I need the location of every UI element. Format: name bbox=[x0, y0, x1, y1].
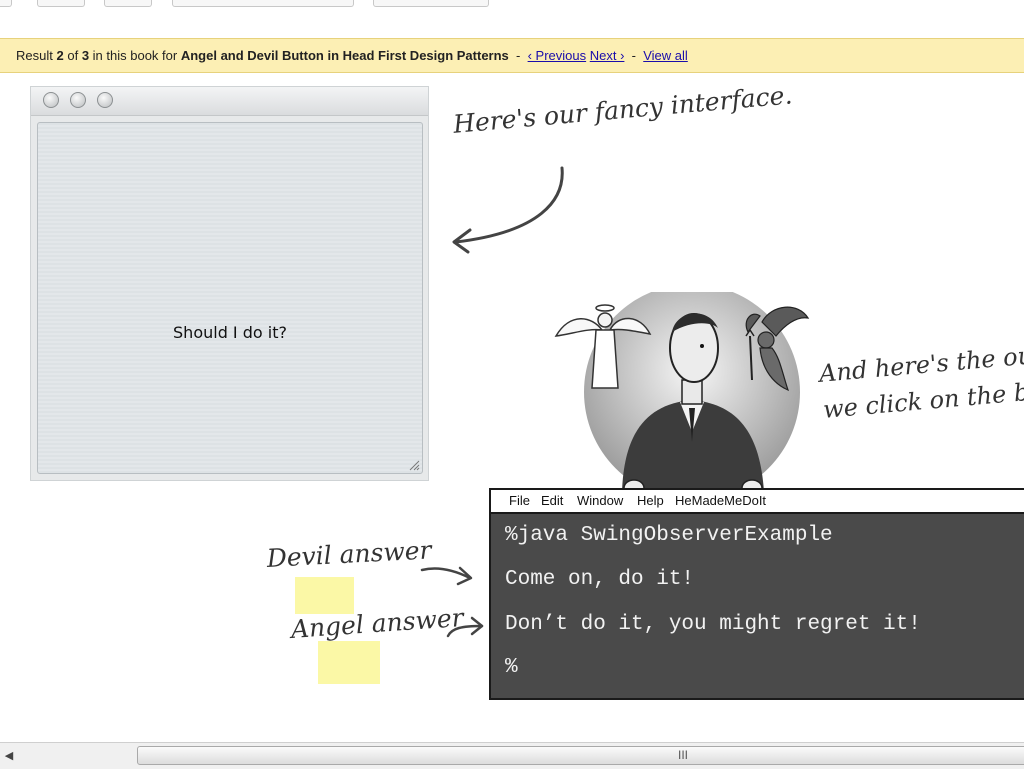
toolbar-button-fragment[interactable] bbox=[37, 0, 85, 7]
search-highlight bbox=[295, 577, 354, 614]
terminal-window: File Edit Window Help HeMadeMeDoIt %java… bbox=[489, 488, 1024, 700]
menu-window[interactable]: Window bbox=[577, 490, 623, 512]
toolbar-button-fragment[interactable] bbox=[172, 0, 354, 7]
interface-note: Here's our fancy interface. bbox=[452, 80, 794, 139]
terminal-line: % bbox=[505, 656, 518, 679]
menu-help[interactable]: Help bbox=[637, 490, 664, 512]
result-total: 3 bbox=[81, 48, 90, 63]
next-link[interactable]: Next › bbox=[590, 48, 625, 63]
window-zoom-icon[interactable] bbox=[97, 92, 113, 108]
swing-app-window: Should I do it? bbox=[30, 86, 429, 481]
window-close-icon[interactable] bbox=[43, 92, 59, 108]
window-content-panel: Should I do it? bbox=[37, 122, 423, 474]
horizontal-scrollbar[interactable]: ◀ III bbox=[0, 742, 1024, 769]
scroll-thumb[interactable]: III bbox=[137, 746, 1024, 765]
result-prefix: Result bbox=[16, 48, 53, 63]
result-current: 2 bbox=[56, 48, 64, 63]
terminal-menubar: File Edit Window Help HeMadeMeDoIt bbox=[491, 490, 1024, 514]
arrow-devil-icon bbox=[420, 566, 473, 586]
toolbar-button-fragment[interactable] bbox=[104, 0, 152, 7]
search-result-bar: Result 2 of 3 in this book for Angel and… bbox=[0, 38, 1024, 73]
devil-answer-label: Devil answer bbox=[266, 535, 433, 573]
scroll-grip-icon: III bbox=[678, 748, 689, 762]
should-i-do-it-button[interactable]: Should I do it? bbox=[38, 323, 422, 342]
resize-grip-icon[interactable] bbox=[408, 459, 420, 471]
menu-edit[interactable]: Edit bbox=[541, 490, 563, 512]
menu-hemademedoit[interactable]: HeMadeMeDoIt bbox=[675, 490, 766, 512]
arrow-to-window-icon bbox=[452, 166, 564, 254]
terminal-line: Come on, do it! bbox=[505, 568, 695, 591]
arrow-angel-icon bbox=[446, 616, 484, 638]
previous-link[interactable]: ‹ Previous bbox=[528, 48, 587, 63]
search-highlight bbox=[318, 641, 380, 684]
result-separator: - bbox=[631, 48, 636, 63]
toolbar-button-fragment[interactable] bbox=[373, 0, 489, 7]
terminal-line: Don’t do it, you might regret it! bbox=[505, 613, 921, 636]
view-all-link[interactable]: View all bbox=[643, 48, 688, 63]
angel-devil-illustration bbox=[554, 292, 810, 500]
window-titlebar bbox=[31, 87, 428, 116]
result-in-book: in this book for bbox=[92, 48, 178, 63]
terminal-line: %java SwingObserverExample bbox=[505, 524, 833, 547]
result-separator: - bbox=[516, 48, 521, 63]
result-of: of bbox=[67, 48, 79, 63]
scroll-left-arrow-icon[interactable]: ◀ bbox=[0, 743, 18, 769]
toolbar-button-fragment[interactable] bbox=[0, 0, 12, 7]
window-minimize-icon[interactable] bbox=[70, 92, 86, 108]
menu-file[interactable]: File bbox=[509, 490, 530, 512]
result-query: Angel and Devil Button in Head First Des… bbox=[180, 48, 509, 63]
